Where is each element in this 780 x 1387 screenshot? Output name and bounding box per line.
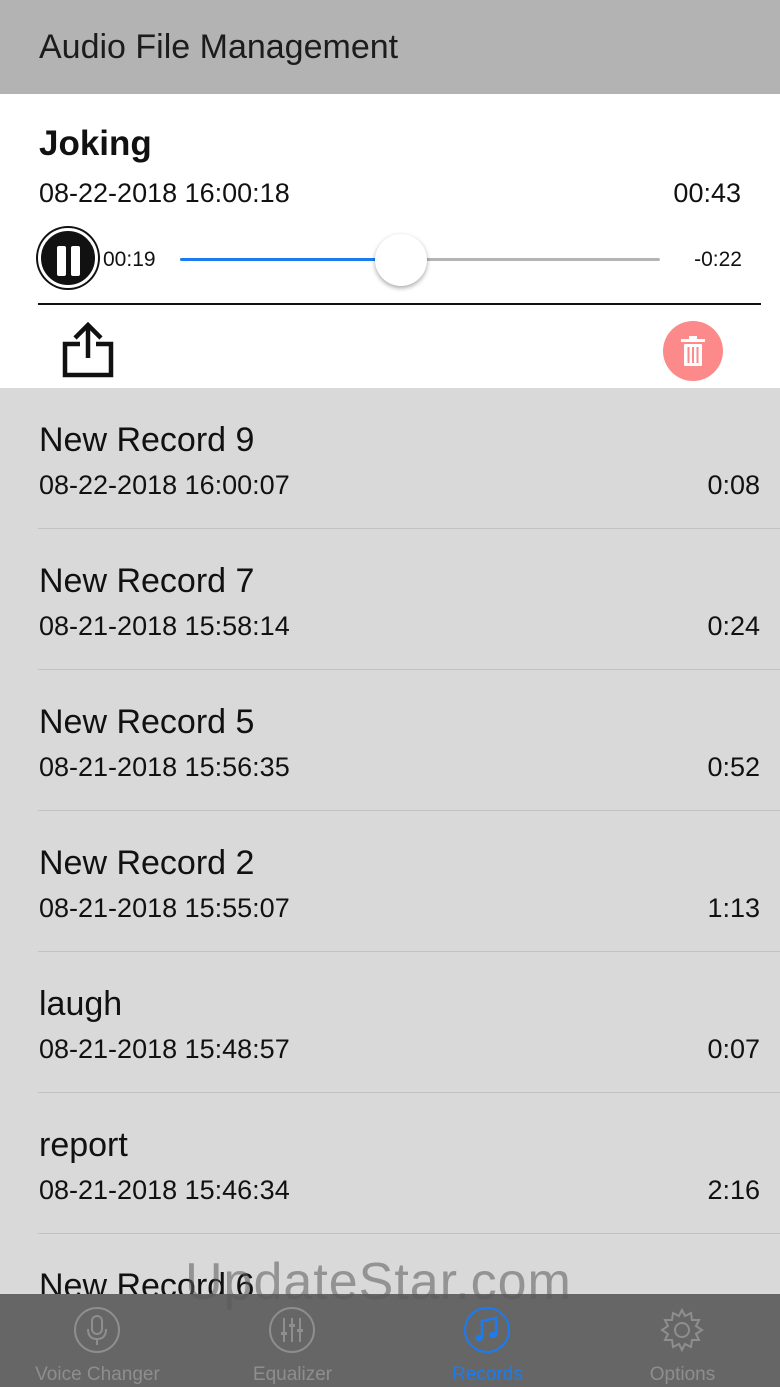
now-playing-panel: Joking 08-22-2018 16:00:18 00:43 00:19 -… bbox=[0, 94, 780, 388]
record-name: New Record 2 bbox=[39, 844, 255, 882]
current-track-name: Joking bbox=[39, 124, 152, 163]
trash-icon bbox=[681, 336, 705, 366]
list-item[interactable]: report 08-21-2018 15:46:34 2:16 bbox=[0, 1093, 780, 1234]
tab-voice-changer[interactable]: Voice Changer bbox=[0, 1294, 195, 1387]
records-list: New Record 9 08-22-2018 16:00:07 0:08 Ne… bbox=[0, 388, 780, 1375]
list-item[interactable]: New Record 9 08-22-2018 16:00:07 0:08 bbox=[0, 388, 780, 529]
record-date: 08-21-2018 15:58:14 bbox=[39, 611, 290, 641]
pause-icon bbox=[57, 246, 66, 276]
record-duration: 1:13 bbox=[707, 893, 760, 923]
tab-label: Equalizer bbox=[252, 1364, 333, 1385]
tab-label: Voice Changer bbox=[35, 1364, 160, 1385]
record-date: 08-22-2018 16:00:07 bbox=[39, 470, 290, 500]
record-date: 08-21-2018 15:55:07 bbox=[39, 893, 290, 923]
pause-button[interactable] bbox=[38, 228, 98, 288]
list-item[interactable]: New Record 7 08-21-2018 15:58:14 0:24 bbox=[0, 529, 780, 670]
app-header: Audio File Management bbox=[0, 0, 780, 94]
current-track-duration: 00:43 bbox=[673, 178, 741, 208]
current-track-date: 08-22-2018 16:00:18 bbox=[39, 178, 290, 208]
record-duration: 0:08 bbox=[707, 470, 760, 500]
watermark-text: UpdateStar.com bbox=[185, 1253, 572, 1311]
list-item[interactable]: New Record 5 08-21-2018 15:56:35 0:52 bbox=[0, 670, 780, 811]
music-note-icon bbox=[464, 1307, 510, 1353]
tab-label: Records bbox=[452, 1364, 523, 1385]
share-icon[interactable] bbox=[62, 322, 114, 378]
remaining-time: -0:22 bbox=[694, 248, 742, 271]
record-name: New Record 9 bbox=[39, 421, 255, 459]
record-name: report bbox=[39, 1126, 128, 1164]
elapsed-time: 00:19 bbox=[103, 248, 156, 271]
record-duration: 0:24 bbox=[707, 611, 760, 641]
microphone-icon bbox=[74, 1307, 120, 1353]
gear-icon bbox=[660, 1307, 704, 1353]
playback-progress bbox=[180, 258, 401, 261]
record-date: 08-21-2018 15:48:57 bbox=[39, 1034, 290, 1064]
playback-slider-thumb[interactable] bbox=[374, 234, 427, 286]
divider bbox=[38, 303, 761, 305]
record-name: laugh bbox=[39, 985, 123, 1023]
record-name: New Record 5 bbox=[39, 703, 255, 741]
record-date: 08-21-2018 15:46:34 bbox=[39, 1175, 290, 1205]
list-item[interactable]: laugh 08-21-2018 15:48:57 0:07 bbox=[0, 952, 780, 1093]
record-duration: 0:07 bbox=[707, 1034, 760, 1064]
delete-button[interactable] bbox=[663, 321, 723, 381]
equalizer-icon bbox=[269, 1307, 315, 1353]
tab-options[interactable]: Options bbox=[585, 1294, 780, 1387]
list-item[interactable]: New Record 2 08-21-2018 15:55:07 1:13 bbox=[0, 811, 780, 952]
tab-label: Options bbox=[649, 1364, 716, 1385]
record-duration: 0:52 bbox=[707, 752, 760, 782]
page-title: Audio File Management bbox=[39, 28, 399, 66]
record-duration: 2:16 bbox=[707, 1175, 760, 1205]
record-date: 08-21-2018 15:56:35 bbox=[39, 752, 290, 782]
record-name: New Record 7 bbox=[39, 562, 255, 600]
